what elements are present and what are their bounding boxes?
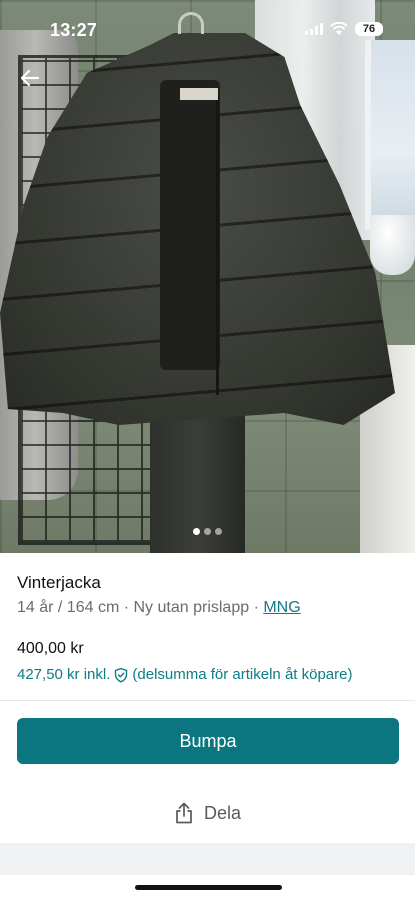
status-bar: 13:27 76	[0, 0, 415, 52]
signal-icon	[305, 23, 323, 35]
price-incl-amount: 427,50 kr inkl.	[17, 666, 111, 683]
meta-separator: ·	[249, 599, 264, 616]
divider	[0, 700, 415, 701]
share-button[interactable]: Dela	[0, 798, 415, 828]
arrow-left-icon	[20, 69, 40, 87]
price-incl-row[interactable]: 427,50 kr inkl. (delsumma för artikeln å…	[17, 666, 402, 683]
status-time: 13:27	[50, 20, 98, 40]
status-icons: 76	[305, 22, 383, 36]
photo-sink	[370, 215, 415, 275]
home-indicator[interactable]	[135, 885, 282, 890]
item-price: 400,00 kr	[17, 640, 84, 657]
carousel-indicator	[0, 528, 415, 535]
item-meta: 14 år / 164 cm · Ny utan prislapp · MNG	[17, 599, 402, 617]
wifi-icon	[330, 22, 348, 35]
item-title: Vinterjacka	[17, 573, 101, 592]
item-condition: Ny utan prislapp	[133, 599, 250, 616]
back-button[interactable]	[14, 62, 46, 94]
battery-icon: 76	[355, 22, 383, 36]
share-label: Dela	[203, 802, 242, 823]
shield-check-icon	[115, 667, 128, 682]
bump-button[interactable]: Bumpa	[17, 718, 399, 764]
photo-jacket-zipper	[216, 95, 219, 395]
carousel-dot-2[interactable]	[204, 528, 211, 535]
item-size: 14 år / 164 cm	[17, 599, 120, 616]
photo-jacket-tag	[180, 88, 218, 100]
meta-separator: ·	[119, 599, 134, 616]
carousel-dot-1[interactable]	[193, 528, 200, 535]
bottom-section-band	[0, 843, 415, 875]
item-photo[interactable]	[0, 0, 415, 553]
item-details: Vinterjacka 14 år / 164 cm · Ny utan pri…	[17, 573, 402, 683]
price-incl-note: (delsumma för artikeln åt köpare)	[132, 666, 353, 683]
brand-link[interactable]: MNG	[263, 599, 300, 616]
photo-jacket-lining	[160, 80, 220, 370]
carousel-dot-3[interactable]	[215, 528, 222, 535]
photo-window	[365, 40, 415, 230]
share-icon	[176, 802, 192, 824]
